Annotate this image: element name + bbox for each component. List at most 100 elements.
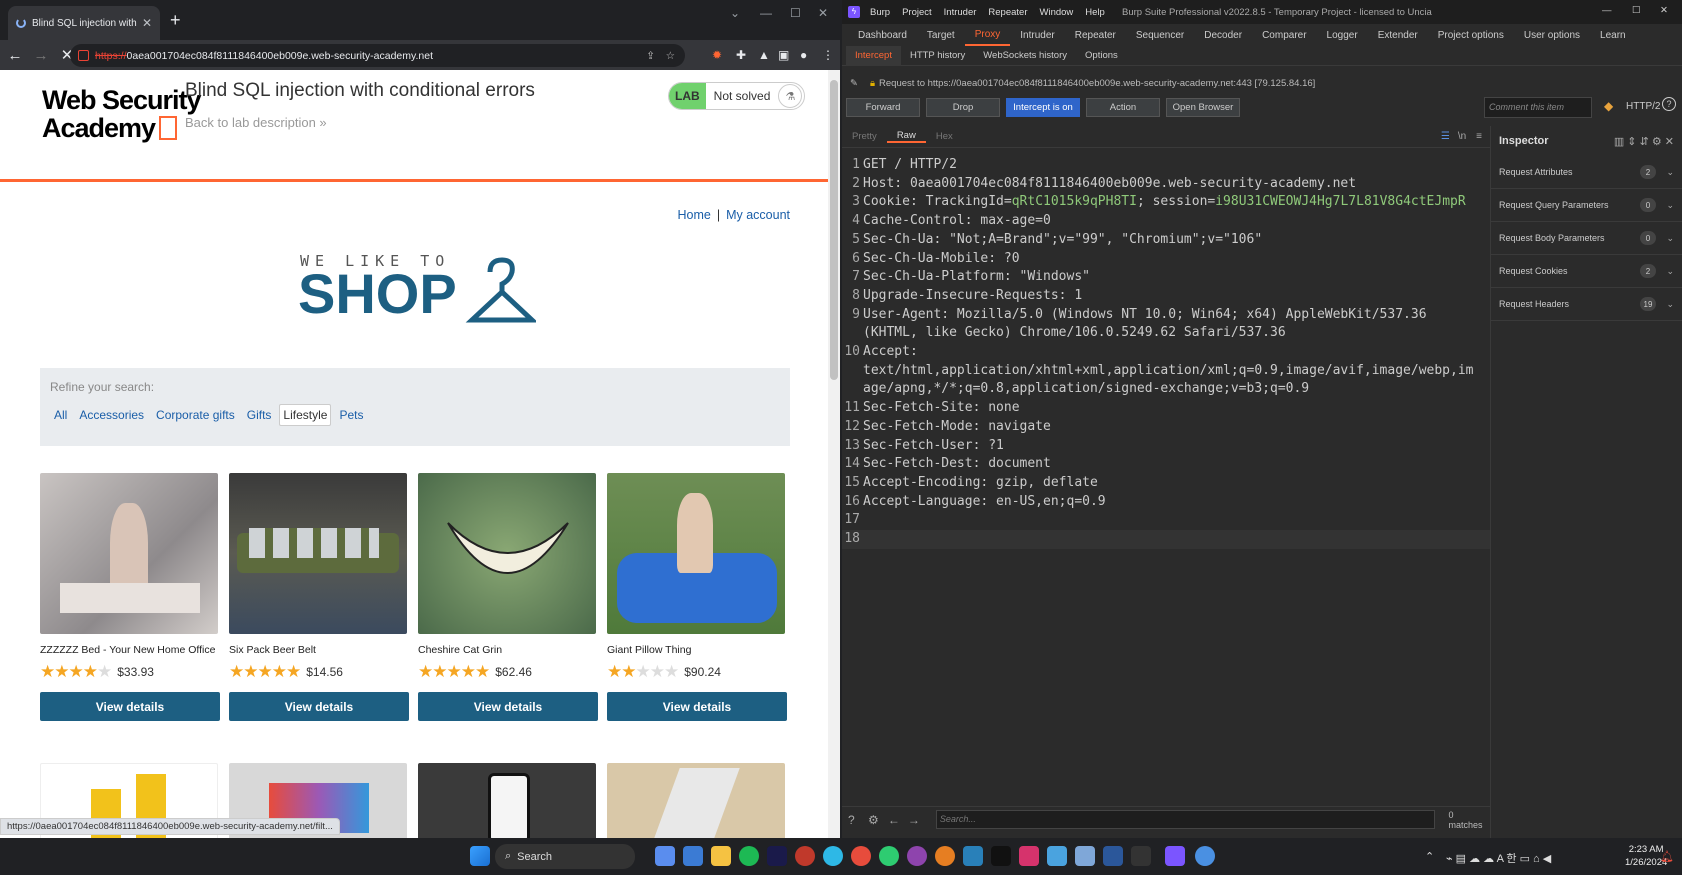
my-account-link[interactable]: My account	[726, 208, 790, 222]
spotify-icon[interactable]	[739, 846, 759, 866]
tab-raw[interactable]: Raw	[886, 130, 926, 143]
help-icon[interactable]: ?	[1662, 97, 1676, 111]
tray-icons[interactable]: ⌁ ▤ ☁ ☁ A 한 ▭ ⌂ ◀︎	[1446, 850, 1551, 866]
tab-extender[interactable]: Extender	[1368, 24, 1428, 46]
filter-corporate-gifts[interactable]: Corporate gifts	[152, 404, 239, 426]
chevron-up-icon[interactable]: ⌃	[1425, 850, 1434, 863]
request-line[interactable]: 10 Accept:	[842, 343, 1490, 362]
profile-icon[interactable]: ●	[800, 48, 807, 62]
chevron-down-icon[interactable]: ⌄	[1666, 299, 1674, 310]
wrap-icon[interactable]: ☰	[1441, 131, 1450, 142]
request-line[interactable]: 17	[842, 511, 1490, 530]
request-line[interactable]: 7 Sec-Ch-Ua-Platform: "Windows"	[842, 268, 1490, 287]
comment-field[interactable]: Comment this item	[1484, 97, 1592, 118]
tab-http-history[interactable]: HTTP history	[901, 46, 974, 66]
tab-options[interactable]: Options	[1076, 46, 1127, 66]
open-browser-button[interactable]: Open Browser	[1166, 98, 1240, 117]
zalo-icon[interactable]	[1047, 846, 1067, 866]
store-icon[interactable]	[683, 846, 703, 866]
settings-gear-icon[interactable]: ⚙	[868, 813, 884, 827]
search-input[interactable]: Search...	[935, 810, 1435, 829]
highlight-color-icon[interactable]: ◆	[1604, 99, 1613, 113]
sidebar-icon[interactable]: ▣	[778, 48, 789, 62]
minimize-button[interactable]: —	[1602, 5, 1612, 16]
messenger-icon[interactable]	[907, 846, 927, 866]
academy-logo[interactable]: Web Security Academy	[42, 86, 202, 142]
forward-icon[interactable]: →	[30, 47, 52, 64]
request-line[interactable]: 6 Sec-Ch-Ua-Mobile: ?0	[842, 250, 1490, 269]
request-line[interactable]: 4 Cache-Control: max-age=0	[842, 212, 1490, 231]
edit-pencil-icon[interactable]: ✎	[850, 78, 858, 89]
url-field[interactable]: https:// 0aea001704ec084f8111846400eb009…	[70, 44, 685, 67]
view-details-button[interactable]: View details	[607, 692, 787, 721]
menu-intruder[interactable]: Intruder	[944, 7, 977, 18]
tab-intruder[interactable]: Intruder	[1010, 24, 1064, 46]
request-editor[interactable]: Pretty Raw Hex ☰ \n ≡ 1 GET / HTTP/2 2 Host…	[842, 126, 1490, 806]
tab-logger[interactable]: Logger	[1317, 24, 1368, 46]
start-menu-icon[interactable]	[470, 846, 490, 866]
tab-user-options[interactable]: User options	[1514, 24, 1590, 46]
tab-dashboard[interactable]: Dashboard	[848, 24, 917, 46]
product-image[interactable]	[40, 473, 218, 634]
request-line[interactable]: 16 Accept-Language: en-US,en;q=0.9	[842, 493, 1490, 512]
request-line[interactable]: (KHTML, like Gecko) Chrome/106.0.5249.62…	[842, 324, 1490, 343]
request-line[interactable]: 14 Sec-Fetch-Dest: document	[842, 455, 1490, 474]
tab-project-options[interactable]: Project options	[1428, 24, 1514, 46]
menu-help[interactable]: Help	[1085, 7, 1105, 18]
request-line[interactable]: 15 Accept-Encoding: gzip, deflate	[842, 474, 1490, 493]
minimize-button[interactable]: —	[760, 6, 772, 20]
inspector-section[interactable]: Request Attributes 2 ⌄	[1491, 156, 1682, 189]
edge-icon[interactable]	[823, 846, 843, 866]
chevron-down-icon[interactable]: ⌄	[1666, 266, 1674, 277]
chevron-down-icon[interactable]: ⌄	[1666, 233, 1674, 244]
menu-repeater[interactable]: Repeater	[988, 7, 1027, 18]
chevron-down-icon[interactable]: ⌄	[730, 6, 740, 20]
view-details-button[interactable]: View details	[418, 692, 598, 721]
close-window-button[interactable]: ✕	[818, 6, 828, 20]
next-match-icon[interactable]: →	[908, 813, 924, 827]
tiktok-icon[interactable]	[991, 846, 1011, 866]
tab-target[interactable]: Target	[917, 24, 965, 46]
drop-button[interactable]: Drop	[926, 98, 1000, 117]
tab-sequencer[interactable]: Sequencer	[1126, 24, 1194, 46]
lab-extension-icon[interactable]: ▲	[758, 48, 770, 62]
terminal-icon[interactable]	[1131, 846, 1151, 866]
filter-accessories[interactable]: Accessories	[75, 404, 148, 426]
taskbar-search[interactable]: ⌕ Search	[495, 844, 635, 869]
chevron-down-icon[interactable]: ⌄	[1666, 200, 1674, 211]
request-line[interactable]: 1 GET / HTTP/2	[842, 156, 1490, 175]
filter-pets[interactable]: Pets	[335, 404, 367, 426]
menu-dots-icon[interactable]: ⋮	[822, 48, 834, 62]
app-icon[interactable]	[1195, 846, 1215, 866]
instagram-icon[interactable]	[1019, 846, 1039, 866]
request-line[interactable]: age/apng,*/*;q=0.8,application/signed-ex…	[842, 380, 1490, 399]
bookmark-star-icon[interactable]: ☆	[666, 50, 675, 62]
previous-match-icon[interactable]: ←	[888, 813, 904, 827]
filter-all[interactable]: All	[50, 404, 71, 426]
request-line[interactable]: 11 Sec-Fetch-Site: none	[842, 399, 1490, 418]
request-line[interactable]: 12 Sec-Fetch-Mode: navigate	[842, 418, 1490, 437]
request-line[interactable]: 13 Sec-Fetch-User: ?1	[842, 437, 1490, 456]
request-line[interactable]: 2 Host: 0aea001704ec084f8111846400eb009e.…	[842, 175, 1490, 194]
editor-menu-icon[interactable]: ≡	[1476, 131, 1482, 142]
home-link[interactable]: Home	[677, 208, 710, 222]
request-line[interactable]: text/html,application/xhtml+xml,applicat…	[842, 362, 1490, 381]
maximize-button[interactable]: ☐	[1632, 5, 1641, 16]
new-tab-button[interactable]: +	[170, 10, 181, 31]
product-image[interactable]	[418, 473, 596, 634]
request-body[interactable]: 1 GET / HTTP/2 2 Host: 0aea001704ec084f8111…	[842, 148, 1490, 549]
tab-websockets-history[interactable]: WebSockets history	[974, 46, 1076, 66]
close-window-button[interactable]: ✕	[1660, 5, 1668, 16]
chevron-down-icon[interactable]: ⌄	[1666, 167, 1674, 178]
file-explorer-icon[interactable]	[711, 846, 731, 866]
help-icon[interactable]: ?	[848, 813, 864, 827]
intercept-toggle-button[interactable]: Intercept is on	[1006, 98, 1080, 117]
share-icon[interactable]: ⇪	[646, 50, 655, 62]
tab-comparer[interactable]: Comparer	[1252, 24, 1316, 46]
app-icon[interactable]	[963, 846, 983, 866]
product-image[interactable]	[607, 473, 785, 634]
back-to-description-link[interactable]: Back to lab description »	[185, 115, 327, 130]
product-image[interactable]	[229, 473, 407, 634]
scrollbar-thumb[interactable]	[830, 80, 838, 380]
burp-extension-icon[interactable]: ✹	[712, 48, 722, 62]
